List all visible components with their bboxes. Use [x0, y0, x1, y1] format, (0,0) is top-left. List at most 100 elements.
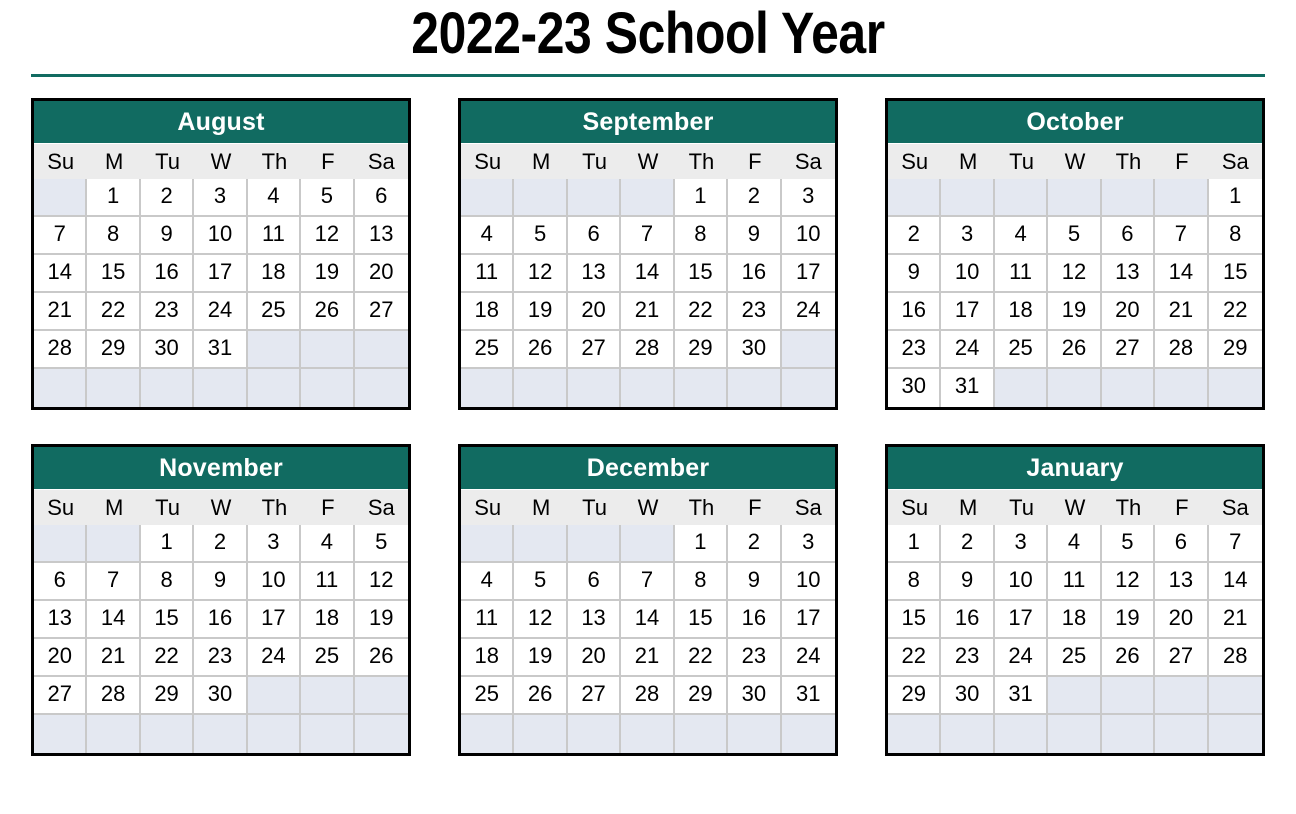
day-cell[interactable]: 5 [301, 179, 355, 217]
day-cell[interactable]: 9 [888, 255, 942, 293]
day-cell[interactable]: 20 [354, 255, 408, 293]
day-cell[interactable]: 30 [728, 331, 782, 369]
day-cell[interactable]: 5 [514, 217, 568, 255]
day-cell[interactable]: 6 [354, 179, 408, 217]
day-cell[interactable]: 10 [994, 563, 1049, 601]
day-cell[interactable]: 24 [247, 639, 302, 677]
day-cell[interactable]: 29 [87, 331, 141, 369]
day-cell[interactable]: 12 [1048, 255, 1102, 293]
day-cell[interactable]: 23 [941, 639, 995, 677]
day-cell[interactable]: 9 [941, 563, 995, 601]
day-cell[interactable]: 25 [461, 677, 515, 715]
day-cell[interactable]: 29 [1208, 331, 1262, 369]
day-cell[interactable]: 27 [1155, 639, 1209, 677]
day-cell[interactable]: 13 [354, 217, 408, 255]
day-cell[interactable]: 9 [140, 217, 195, 255]
day-cell[interactable]: 12 [1101, 563, 1156, 601]
day-cell[interactable]: 13 [567, 601, 622, 639]
day-cell[interactable]: 31 [941, 369, 995, 407]
day-cell[interactable]: 25 [247, 293, 302, 331]
day-cell[interactable]: 30 [194, 677, 248, 715]
day-cell[interactable]: 22 [87, 293, 141, 331]
day-cell[interactable]: 8 [1208, 217, 1262, 255]
day-cell[interactable]: 2 [888, 217, 942, 255]
day-cell[interactable]: 19 [1101, 601, 1156, 639]
day-cell[interactable]: 29 [140, 677, 195, 715]
day-cell[interactable]: 12 [301, 217, 355, 255]
day-cell[interactable]: 27 [34, 677, 88, 715]
day-cell[interactable]: 22 [1208, 293, 1262, 331]
day-cell[interactable]: 12 [514, 601, 568, 639]
day-cell[interactable]: 25 [994, 331, 1049, 369]
day-cell[interactable]: 16 [941, 601, 995, 639]
day-cell[interactable]: 19 [354, 601, 408, 639]
day-cell[interactable]: 10 [247, 563, 302, 601]
day-cell[interactable]: 4 [247, 179, 302, 217]
day-cell[interactable]: 21 [1155, 293, 1209, 331]
day-cell[interactable]: 7 [621, 563, 675, 601]
day-cell[interactable]: 10 [781, 563, 835, 601]
day-cell[interactable]: 15 [1208, 255, 1262, 293]
day-cell[interactable]: 14 [1208, 563, 1262, 601]
day-cell[interactable]: 29 [674, 331, 729, 369]
day-cell[interactable]: 2 [194, 525, 248, 563]
day-cell[interactable]: 5 [1048, 217, 1102, 255]
day-cell[interactable]: 17 [941, 293, 995, 331]
day-cell[interactable]: 19 [1048, 293, 1102, 331]
day-cell[interactable]: 18 [1048, 601, 1102, 639]
day-cell[interactable]: 16 [728, 601, 782, 639]
day-cell[interactable]: 9 [728, 217, 782, 255]
day-cell[interactable]: 26 [1101, 639, 1156, 677]
day-cell[interactable]: 25 [461, 331, 515, 369]
day-cell[interactable]: 17 [781, 601, 835, 639]
day-cell[interactable]: 30 [140, 331, 195, 369]
day-cell[interactable]: 14 [34, 255, 88, 293]
day-cell[interactable]: 14 [87, 601, 141, 639]
day-cell[interactable]: 25 [1048, 639, 1102, 677]
day-cell[interactable]: 11 [247, 217, 302, 255]
day-cell[interactable]: 6 [1101, 217, 1156, 255]
day-cell[interactable]: 1 [888, 525, 942, 563]
day-cell[interactable]: 2 [728, 179, 782, 217]
day-cell[interactable]: 5 [354, 525, 408, 563]
day-cell[interactable]: 28 [34, 331, 88, 369]
day-cell[interactable]: 16 [140, 255, 195, 293]
day-cell[interactable]: 31 [781, 677, 835, 715]
day-cell[interactable]: 26 [514, 677, 568, 715]
day-cell[interactable]: 23 [140, 293, 195, 331]
day-cell[interactable]: 3 [781, 525, 835, 563]
day-cell[interactable]: 23 [194, 639, 248, 677]
day-cell[interactable]: 9 [194, 563, 248, 601]
day-cell[interactable]: 15 [140, 601, 195, 639]
day-cell[interactable]: 6 [34, 563, 88, 601]
day-cell[interactable]: 30 [941, 677, 995, 715]
day-cell[interactable]: 30 [728, 677, 782, 715]
day-cell[interactable]: 10 [781, 217, 835, 255]
day-cell[interactable]: 4 [461, 563, 515, 601]
day-cell[interactable]: 20 [567, 639, 622, 677]
day-cell[interactable]: 27 [354, 293, 408, 331]
day-cell[interactable]: 14 [621, 601, 675, 639]
day-cell[interactable]: 7 [1155, 217, 1209, 255]
day-cell[interactable]: 21 [621, 639, 675, 677]
day-cell[interactable]: 3 [194, 179, 248, 217]
day-cell[interactable]: 13 [1155, 563, 1209, 601]
day-cell[interactable]: 31 [994, 677, 1049, 715]
day-cell[interactable]: 16 [728, 255, 782, 293]
day-cell[interactable]: 11 [994, 255, 1049, 293]
day-cell[interactable]: 6 [1155, 525, 1209, 563]
day-cell[interactable]: 15 [674, 255, 729, 293]
day-cell[interactable]: 26 [514, 331, 568, 369]
day-cell[interactable]: 2 [140, 179, 195, 217]
day-cell[interactable]: 11 [461, 255, 515, 293]
day-cell[interactable]: 25 [301, 639, 355, 677]
day-cell[interactable]: 7 [87, 563, 141, 601]
day-cell[interactable]: 22 [674, 639, 729, 677]
day-cell[interactable]: 26 [354, 639, 408, 677]
day-cell[interactable]: 7 [34, 217, 88, 255]
day-cell[interactable]: 10 [194, 217, 248, 255]
day-cell[interactable]: 6 [567, 217, 622, 255]
day-cell[interactable]: 3 [994, 525, 1049, 563]
day-cell[interactable]: 3 [781, 179, 835, 217]
day-cell[interactable]: 28 [621, 677, 675, 715]
